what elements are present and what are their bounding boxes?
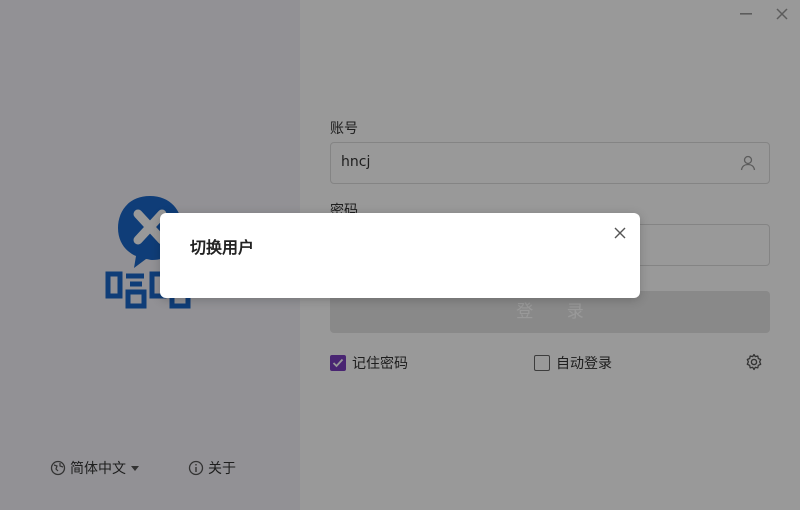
dialog-title: 切换用户 — [190, 238, 255, 257]
login-window: 喧喧 简体中文 关于 账号 hncj 密码 登 录 记住密码 自动登录 切换用户 — [0, 0, 800, 510]
dialog-close-icon[interactable] — [612, 225, 628, 241]
switch-user-dialog: 切换用户 — [160, 213, 640, 298]
